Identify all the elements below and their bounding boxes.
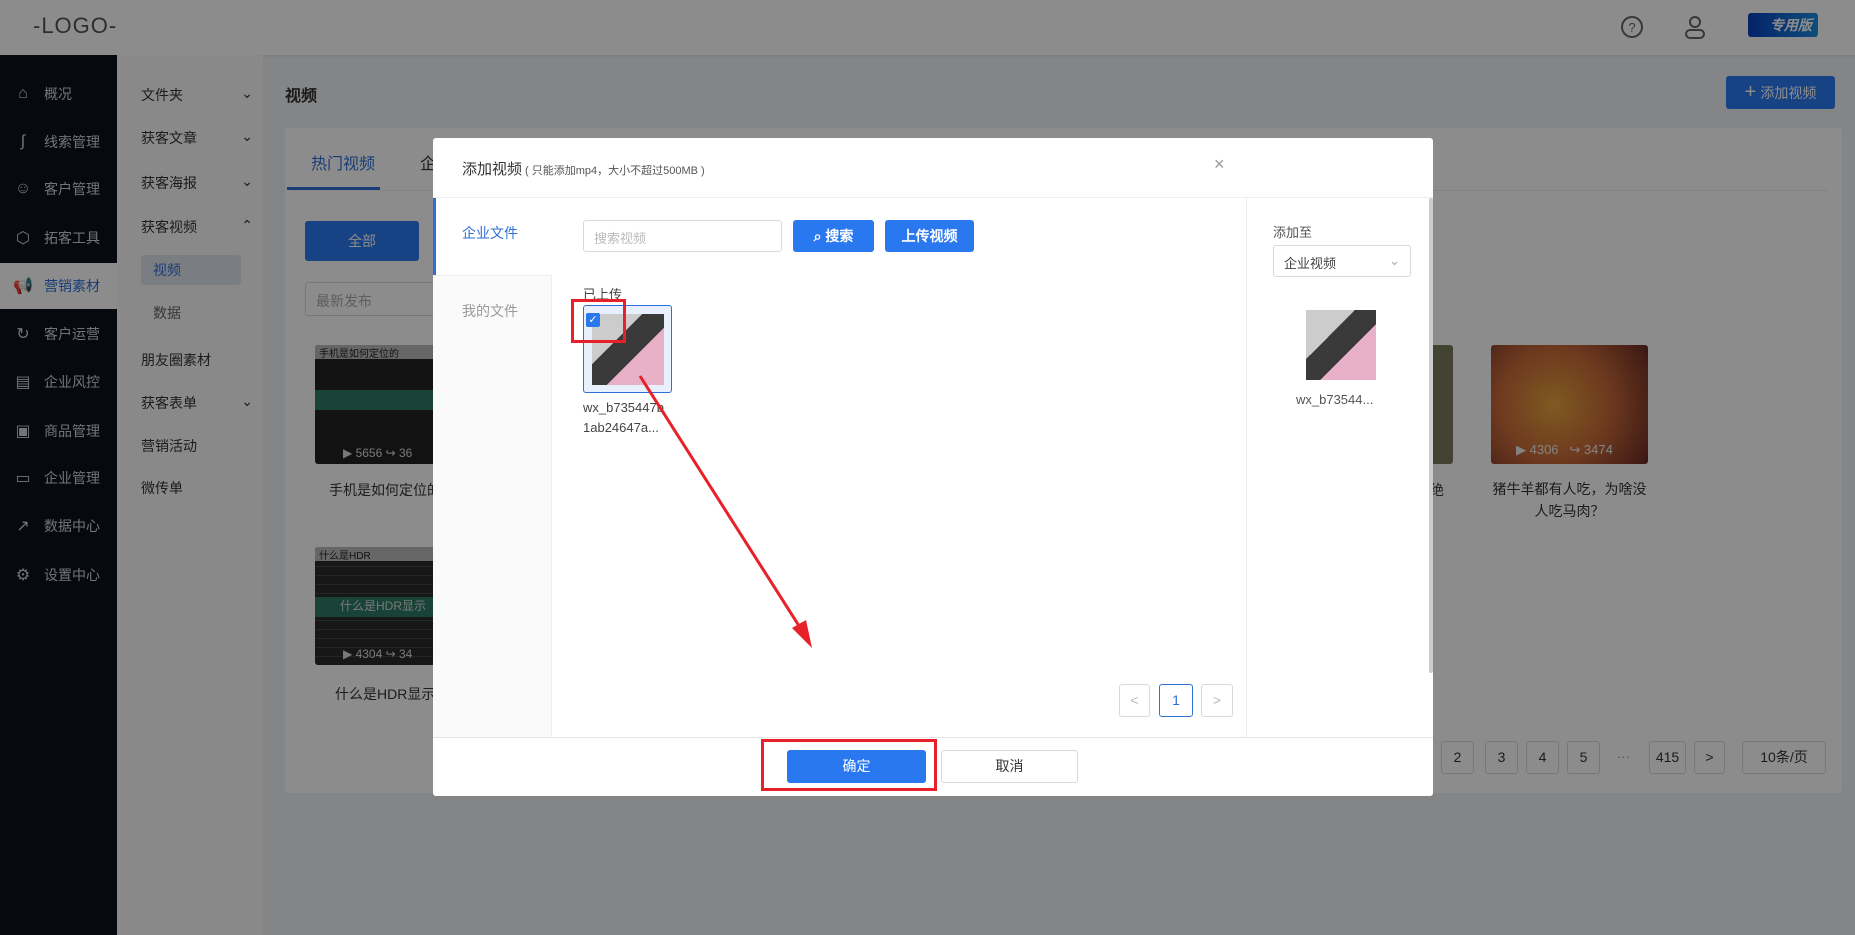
annotation-arrow	[638, 375, 812, 648]
